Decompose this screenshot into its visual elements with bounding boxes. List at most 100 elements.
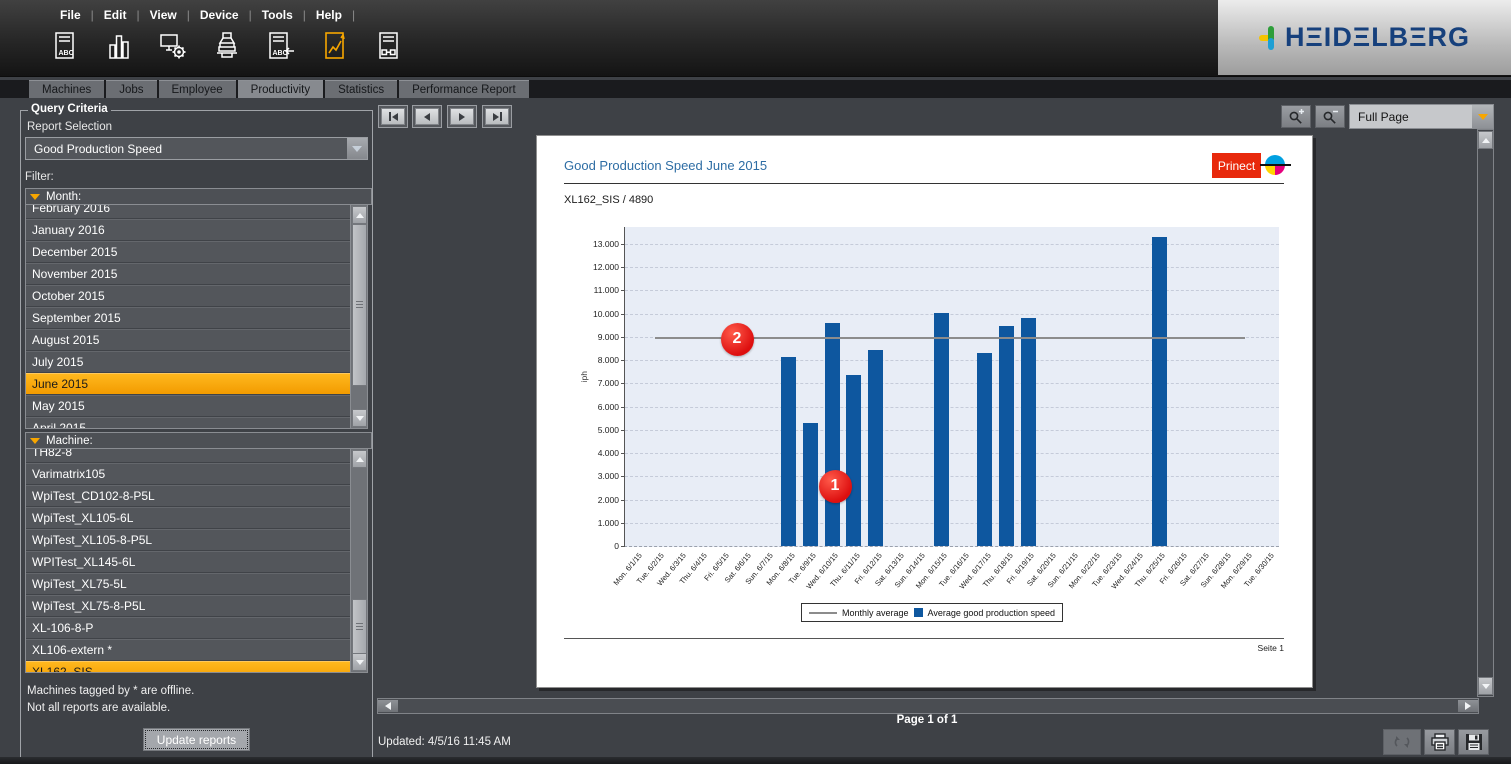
- machine-list-item[interactable]: WpiTest_XL105-8-P5L: [26, 529, 351, 551]
- month-list-item[interactable]: May 2015: [26, 395, 351, 417]
- svg-text:ABC: ABC: [59, 50, 74, 57]
- scroll-down-button[interactable]: [352, 409, 367, 427]
- chart-plot: 21: [624, 227, 1279, 547]
- menu-help[interactable]: Help: [306, 5, 352, 25]
- arrow-up-icon: [1482, 138, 1490, 143]
- scroll-right-button[interactable]: [1458, 700, 1478, 712]
- title-divider: [564, 183, 1284, 184]
- annotation-callout-2: 2: [721, 323, 754, 356]
- next-page-icon: [450, 108, 474, 125]
- machine-list-scrollbar[interactable]: [350, 449, 367, 672]
- scrollbar-thumb[interactable]: [352, 599, 367, 654]
- system-settings-icon[interactable]: [158, 30, 188, 62]
- page-scale-dropdown[interactable]: Full Page: [1349, 104, 1494, 129]
- scroll-up-button[interactable]: [352, 450, 367, 468]
- bar: [825, 323, 840, 546]
- machine-list-item[interactable]: Varimatrix105: [26, 463, 351, 485]
- dropdown-arrow-button[interactable]: [1472, 105, 1493, 128]
- tab-performance-report[interactable]: Performance Report: [399, 80, 529, 98]
- y-tick-label: 2.000: [579, 495, 619, 505]
- month-list-item[interactable]: January 2016: [26, 219, 351, 241]
- y-tick-label: 11.000: [579, 285, 619, 295]
- viewer-horizontal-scrollbar[interactable]: [377, 698, 1479, 714]
- arrow-down-icon: [356, 416, 364, 421]
- process-report-icon[interactable]: [374, 30, 404, 62]
- scroll-left-button[interactable]: [378, 700, 398, 712]
- scroll-up-button[interactable]: [1478, 131, 1493, 149]
- next-page-button[interactable]: [447, 105, 477, 128]
- month-list-item[interactable]: April 2015: [26, 417, 351, 428]
- previous-page-icon: [415, 108, 439, 125]
- machine-list-item[interactable]: TH82-8: [26, 449, 351, 463]
- tab-jobs[interactable]: Jobs: [106, 80, 156, 98]
- thumb-grip: [356, 623, 363, 630]
- tab-statistics[interactable]: Statistics: [325, 80, 397, 98]
- thumb-grip: [356, 301, 363, 308]
- gridline: [625, 500, 1279, 501]
- bar: [977, 353, 992, 546]
- bar: [781, 357, 796, 546]
- dropdown-arrow-button[interactable]: [347, 138, 367, 159]
- gridline: [625, 407, 1279, 408]
- machine-list-item[interactable]: WpiTest_CD102-8-P5L: [26, 485, 351, 507]
- tab-employee[interactable]: Employee: [159, 80, 236, 98]
- bar-chart-icon[interactable]: [104, 30, 134, 62]
- tab-productivity[interactable]: Productivity: [238, 80, 323, 98]
- menu-bar: File| Edit| View| Device| Tools| Help|: [50, 5, 355, 25]
- machine-section-header[interactable]: Machine:: [25, 432, 372, 449]
- machine-list-item[interactable]: XL106-extern *: [26, 639, 351, 661]
- zoom-in-button[interactable]: [1281, 105, 1311, 128]
- menu-edit[interactable]: Edit: [94, 5, 137, 25]
- gridline: [625, 314, 1279, 315]
- page-scale-value: Full Page: [1350, 110, 1472, 124]
- month-list-item-selected[interactable]: June 2015: [26, 373, 351, 395]
- gridline: [625, 244, 1279, 245]
- previous-page-button[interactable]: [412, 105, 442, 128]
- month-list-item[interactable]: September 2015: [26, 307, 351, 329]
- scroll-up-button[interactable]: [352, 206, 367, 224]
- machine-list-item-selected[interactable]: XL162_SIS: [26, 661, 351, 672]
- first-page-button[interactable]: [378, 105, 408, 128]
- scrollbar-thumb[interactable]: [352, 224, 367, 386]
- zoom-out-button[interactable]: [1315, 105, 1345, 128]
- y-tick-mark: [621, 546, 625, 547]
- menu-file[interactable]: File: [50, 5, 91, 25]
- scroll-down-button[interactable]: [1478, 677, 1493, 695]
- menu-view[interactable]: View: [140, 5, 187, 25]
- month-list-item[interactable]: October 2015: [26, 285, 351, 307]
- report-document-icon[interactable]: ABC: [50, 30, 80, 62]
- refresh-button[interactable]: [1383, 729, 1421, 755]
- y-tick-mark: [621, 500, 625, 501]
- machine-list-item[interactable]: WpiTest_XL105-6L: [26, 507, 351, 529]
- month-list-item[interactable]: August 2015: [26, 329, 351, 351]
- scroll-down-button[interactable]: [352, 653, 367, 671]
- performance-report-icon[interactable]: [320, 30, 350, 62]
- month-list-item[interactable]: December 2015: [26, 241, 351, 263]
- last-page-button[interactable]: [482, 105, 512, 128]
- bar: [999, 326, 1014, 546]
- month-section-header[interactable]: Month:: [25, 188, 372, 205]
- month-list-item[interactable]: July 2015: [26, 351, 351, 373]
- tab-machines[interactable]: Machines: [29, 80, 104, 98]
- application-window: File| Edit| View| Device| Tools| Help| A…: [0, 0, 1511, 764]
- machine-list-item[interactable]: WpiTest_XL75-8-P5L: [26, 595, 351, 617]
- report-import-icon[interactable]: ABC: [266, 30, 296, 62]
- machine-list-item[interactable]: WpiTest_XL75-5L: [26, 573, 351, 595]
- update-reports-button[interactable]: Update reports: [143, 728, 250, 751]
- press-machine-icon[interactable]: [212, 30, 242, 62]
- menu-tools[interactable]: Tools: [252, 5, 303, 25]
- month-list-item[interactable]: November 2015: [26, 263, 351, 285]
- menu-device[interactable]: Device: [190, 5, 249, 25]
- first-page-icon: [381, 108, 405, 125]
- refresh-icon: [1392, 734, 1412, 750]
- report-selection-dropdown[interactable]: Good Production Speed: [25, 137, 368, 160]
- zoom-out-icon: [1321, 109, 1339, 125]
- heidelberg-logo-panel: HΞIDΞLBΞRG: [1218, 0, 1511, 75]
- month-list-scrollbar[interactable]: [350, 205, 367, 428]
- machine-list-item[interactable]: XL-106-8-P: [26, 617, 351, 639]
- machine-list-item[interactable]: WPITest_XL145-6L: [26, 551, 351, 573]
- month-list-item[interactable]: February 2016: [26, 205, 351, 219]
- viewer-vertical-scrollbar[interactable]: [1477, 129, 1494, 697]
- print-button[interactable]: [1424, 729, 1455, 755]
- save-button[interactable]: [1458, 729, 1489, 755]
